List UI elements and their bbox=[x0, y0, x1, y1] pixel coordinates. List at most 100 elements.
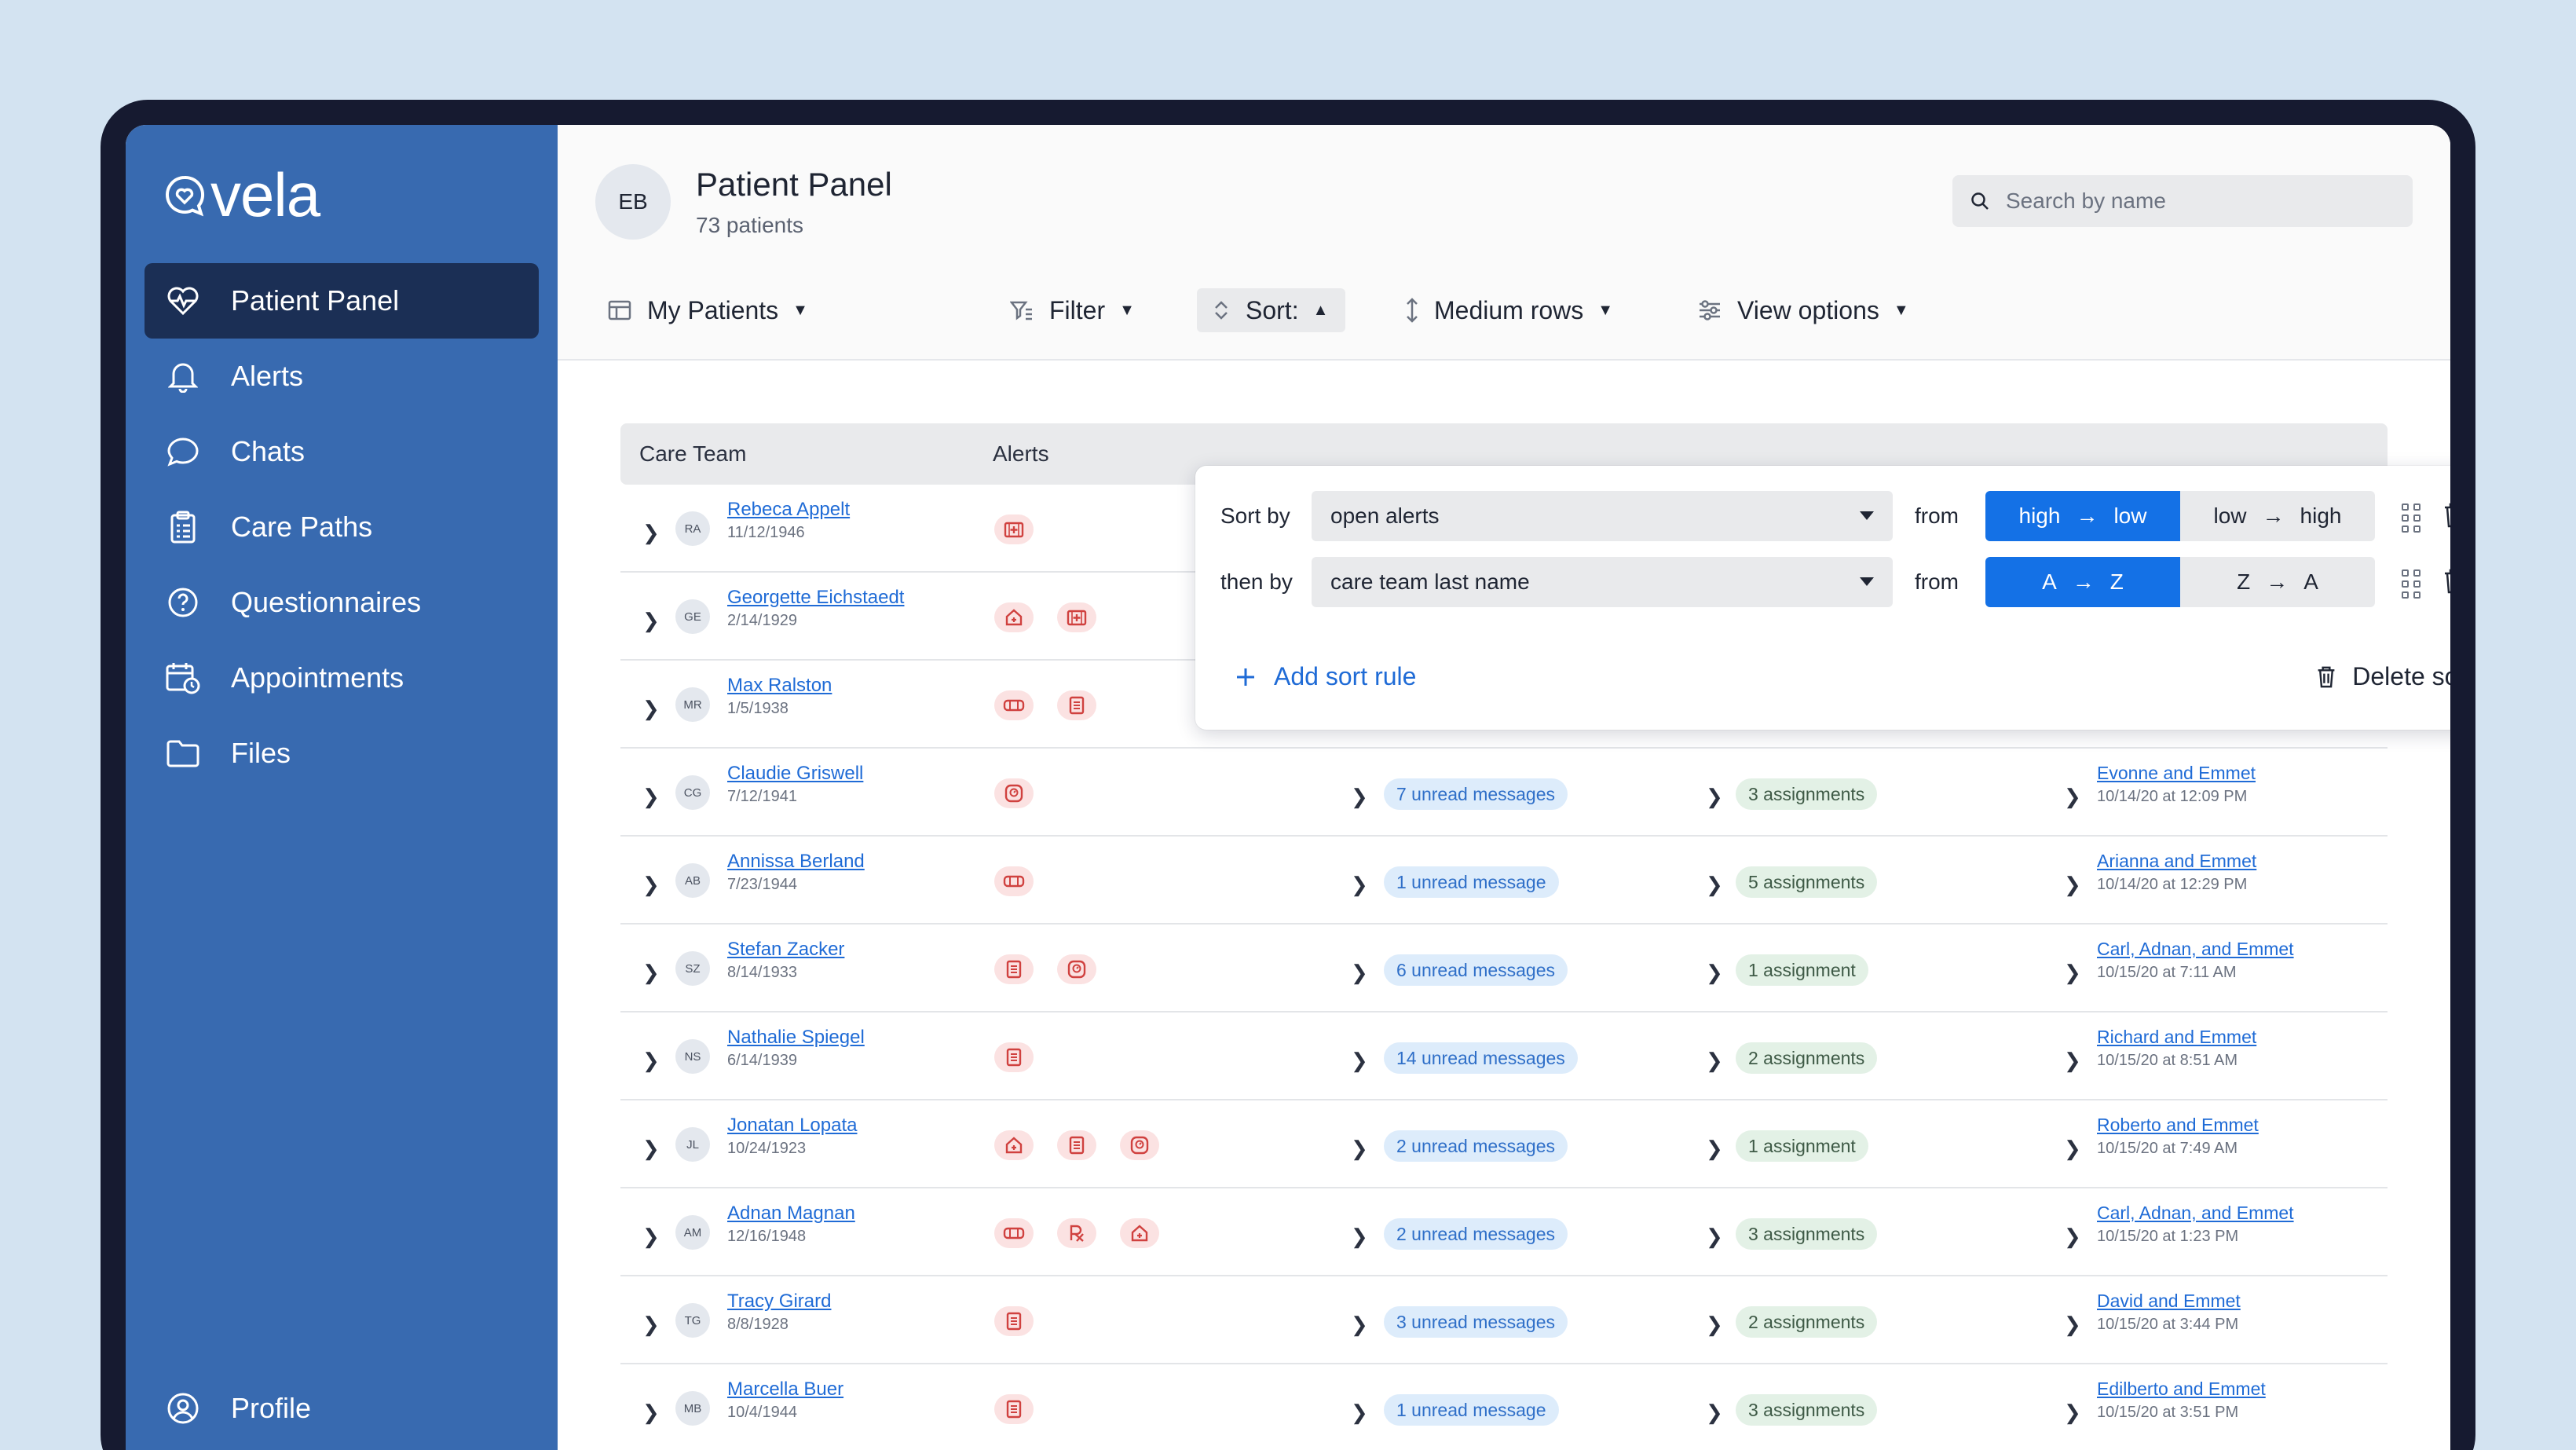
expand-chevron-icon[interactable]: ❯ bbox=[1351, 1401, 1368, 1425]
expand-chevron-icon[interactable]: ❯ bbox=[642, 1225, 660, 1249]
drag-handle-icon[interactable] bbox=[2402, 569, 2421, 599]
view-options-dropdown[interactable]: View options ▼ bbox=[1698, 288, 1909, 332]
care-team-link[interactable]: Carl, Adnan, and Emmet bbox=[2097, 939, 2294, 960]
expand-chevron-icon[interactable]: ❯ bbox=[2064, 1313, 2081, 1337]
expand-chevron-icon[interactable]: ❯ bbox=[2064, 1401, 2081, 1425]
unread-messages-badge[interactable]: 7 unread messages bbox=[1384, 778, 1568, 810]
table-row[interactable]: ❯ MB Marcella Buer 10/4/1944 ❯ 1 unread messa… bbox=[620, 1364, 2388, 1450]
patient-name-link[interactable]: Claudie Griswell bbox=[727, 763, 863, 785]
care-team-link[interactable]: Carl, Adnan, and Emmet bbox=[2097, 1203, 2294, 1224]
unread-messages-badge[interactable]: 14 unread messages bbox=[1384, 1042, 1578, 1074]
expand-chevron-icon[interactable]: ❯ bbox=[642, 1313, 660, 1337]
sidebar-item-chats[interactable]: Chats bbox=[145, 414, 539, 489]
sidebar-item-patient-panel[interactable]: Patient Panel bbox=[145, 263, 539, 339]
delete-sort-button[interactable]: Delete sort bbox=[2316, 662, 2450, 691]
alert-badge[interactable] bbox=[1057, 1218, 1096, 1248]
table-row[interactable]: ❯ CG Claudie Griswell 7/12/1941 ❯ 7 unread me… bbox=[620, 749, 2388, 837]
drag-handle-icon[interactable] bbox=[2402, 503, 2421, 533]
sort-direction-a-z[interactable]: A → Z bbox=[1985, 557, 2180, 607]
assignments-badge[interactable]: 1 assignment bbox=[1736, 1130, 1868, 1162]
expand-chevron-icon[interactable]: ❯ bbox=[1351, 1137, 1368, 1161]
trash-icon[interactable] bbox=[2442, 568, 2450, 595]
expand-chevron-icon[interactable]: ❯ bbox=[1351, 1225, 1368, 1249]
sidebar-item-alerts[interactable]: Alerts bbox=[145, 339, 539, 414]
avatar[interactable]: EB bbox=[595, 164, 671, 240]
expand-chevron-icon[interactable]: ❯ bbox=[2064, 785, 2081, 809]
sort-button[interactable]: Sort: ▲ bbox=[1197, 288, 1346, 332]
care-team-link[interactable]: David and Emmet bbox=[2097, 1291, 2241, 1312]
patient-name-link[interactable]: Marcella Buer bbox=[727, 1379, 843, 1401]
trash-icon[interactable] bbox=[2442, 502, 2450, 529]
unread-messages-badge[interactable]: 2 unread messages bbox=[1384, 1130, 1568, 1162]
patient-name-link[interactable]: Tracy Girard bbox=[727, 1291, 831, 1313]
expand-chevron-icon[interactable]: ❯ bbox=[642, 697, 660, 721]
alert-badge[interactable] bbox=[994, 690, 1034, 720]
row-density-dropdown[interactable]: Medium rows ▼ bbox=[1406, 288, 1613, 332]
expand-chevron-icon[interactable]: ❯ bbox=[642, 1401, 660, 1425]
sort-direction-low-high[interactable]: low → high bbox=[2180, 491, 2375, 541]
expand-chevron-icon[interactable]: ❯ bbox=[642, 521, 660, 545]
patient-name-link[interactable]: Max Ralston bbox=[727, 675, 832, 697]
alert-badge[interactable] bbox=[1057, 602, 1096, 632]
alert-badge[interactable] bbox=[994, 778, 1034, 808]
patient-name-link[interactable]: Annissa Berland bbox=[727, 851, 865, 873]
assignments-badge[interactable]: 5 assignments bbox=[1736, 866, 1878, 898]
add-sort-rule-button[interactable]: Add sort rule bbox=[1235, 662, 1416, 691]
assignments-badge[interactable]: 3 assignments bbox=[1736, 1218, 1878, 1250]
assignments-badge[interactable]: 2 assignments bbox=[1736, 1306, 1878, 1338]
expand-chevron-icon[interactable]: ❯ bbox=[1706, 1137, 1723, 1161]
alert-badge[interactable] bbox=[994, 602, 1034, 632]
patient-name-link[interactable]: Jonatan Lopata bbox=[727, 1115, 857, 1137]
unread-messages-badge[interactable]: 1 unread message bbox=[1384, 866, 1559, 898]
alert-badge[interactable] bbox=[994, 1218, 1034, 1248]
patient-name-link[interactable]: Rebeca Appelt bbox=[727, 499, 850, 521]
expand-chevron-icon[interactable]: ❯ bbox=[2064, 1225, 2081, 1249]
expand-chevron-icon[interactable]: ❯ bbox=[1706, 1225, 1723, 1249]
alert-badge[interactable] bbox=[994, 954, 1034, 984]
unread-messages-badge[interactable]: 2 unread messages bbox=[1384, 1218, 1568, 1250]
table-row[interactable]: ❯ AB Annissa Berland 7/23/1944 ❯ 1 unread mes… bbox=[620, 837, 2388, 925]
unread-messages-badge[interactable]: 1 unread message bbox=[1384, 1394, 1559, 1426]
sidebar-item-appointments[interactable]: Appointments bbox=[145, 640, 539, 716]
search-input[interactable]: Search by name bbox=[1952, 175, 2413, 227]
filter-button[interactable]: Filter ▼ bbox=[1010, 288, 1135, 332]
care-team-link[interactable]: Evonne and Emmet bbox=[2097, 763, 2256, 784]
expand-chevron-icon[interactable]: ❯ bbox=[1351, 785, 1368, 809]
patient-name-link[interactable]: Nathalie Spiegel bbox=[727, 1027, 865, 1049]
expand-chevron-icon[interactable]: ❯ bbox=[642, 609, 660, 633]
expand-chevron-icon[interactable]: ❯ bbox=[1706, 873, 1723, 897]
expand-chevron-icon[interactable]: ❯ bbox=[1706, 961, 1723, 985]
expand-chevron-icon[interactable]: ❯ bbox=[2064, 1049, 2081, 1073]
my-patients-dropdown[interactable]: My Patients ▼ bbox=[608, 288, 808, 332]
expand-chevron-icon[interactable]: ❯ bbox=[1351, 961, 1368, 985]
care-team-link[interactable]: Roberto and Emmet bbox=[2097, 1115, 2259, 1136]
expand-chevron-icon[interactable]: ❯ bbox=[642, 785, 660, 809]
alert-badge[interactable] bbox=[1120, 1130, 1159, 1160]
sidebar-item-profile[interactable]: Profile bbox=[145, 1371, 539, 1446]
expand-chevron-icon[interactable]: ❯ bbox=[642, 873, 660, 897]
expand-chevron-icon[interactable]: ❯ bbox=[1706, 785, 1723, 809]
alert-badge[interactable] bbox=[994, 1306, 1034, 1336]
alert-badge[interactable] bbox=[994, 1130, 1034, 1160]
care-team-link[interactable]: Edilberto and Emmet bbox=[2097, 1379, 2266, 1400]
alert-badge[interactable] bbox=[1057, 1130, 1096, 1160]
alert-badge[interactable] bbox=[994, 1042, 1034, 1072]
sort-field-select[interactable]: care team last name bbox=[1312, 557, 1893, 607]
sort-direction-high-low[interactable]: high → low bbox=[1985, 491, 2180, 541]
alert-badge[interactable] bbox=[1057, 954, 1096, 984]
assignments-badge[interactable]: 3 assignments bbox=[1736, 1394, 1878, 1426]
alert-badge[interactable] bbox=[994, 1394, 1034, 1424]
expand-chevron-icon[interactable]: ❯ bbox=[1351, 1313, 1368, 1337]
alert-badge[interactable] bbox=[1120, 1218, 1159, 1248]
care-team-link[interactable]: Richard and Emmet bbox=[2097, 1027, 2256, 1048]
expand-chevron-icon[interactable]: ❯ bbox=[642, 1137, 660, 1161]
unread-messages-badge[interactable]: 6 unread messages bbox=[1384, 954, 1568, 986]
sort-direction-z-a[interactable]: Z → A bbox=[2180, 557, 2375, 607]
expand-chevron-icon[interactable]: ❯ bbox=[1706, 1401, 1723, 1425]
column-header-care-team[interactable]: Care Team bbox=[639, 441, 993, 467]
expand-chevron-icon[interactable]: ❯ bbox=[2064, 961, 2081, 985]
column-header-alerts[interactable]: Alerts bbox=[993, 441, 1049, 467]
expand-chevron-icon[interactable]: ❯ bbox=[1706, 1049, 1723, 1073]
alert-badge[interactable] bbox=[1057, 690, 1096, 720]
alert-badge[interactable] bbox=[994, 514, 1034, 544]
